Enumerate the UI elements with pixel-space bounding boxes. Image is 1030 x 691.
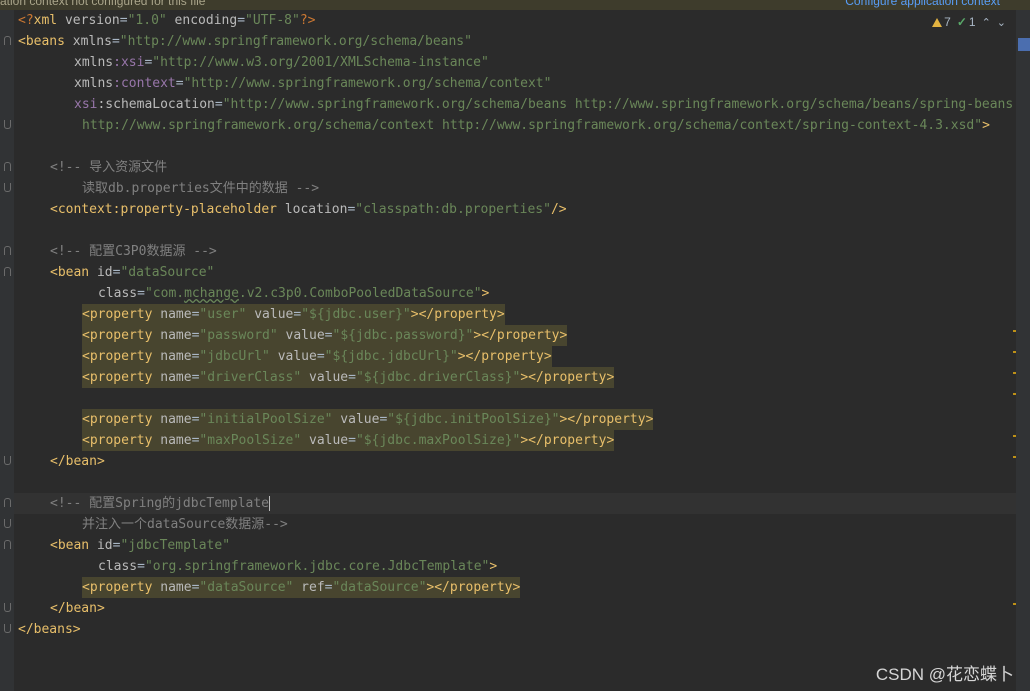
code-line-6: http://www.springframework.org/schema/co… — [82, 118, 990, 133]
fold-bean-end-icon[interactable] — [4, 603, 11, 612]
property-line-datasource: <property name="dataSource" ref="dataSou… — [82, 577, 521, 598]
check-icon: ✓ — [956, 15, 967, 29]
selected-tool-tab[interactable] — [1018, 38, 1030, 51]
property-line-driverclass: <property name="driverClass" value="${jd… — [82, 367, 615, 388]
property-line-maxpoolsize: <property name="maxPoolSize" value="${jd… — [82, 430, 615, 451]
fold-comment-start-icon[interactable] — [4, 246, 11, 255]
property-line-user: <property name="user" value="${jdbc.user… — [82, 304, 505, 325]
fold-comment-end-icon[interactable] — [4, 183, 11, 192]
code-line-26: <bean id="jdbcTemplate" — [50, 538, 231, 553]
fold-comment-start-icon[interactable] — [4, 498, 11, 507]
code-line-25: 并注入一个dataSource数据源--> — [82, 517, 288, 532]
warning-icon — [932, 17, 943, 27]
next-highlight-arrow[interactable]: ⌄ — [997, 16, 1006, 29]
property-line-password: <property name="password" value="${jdbc.… — [82, 325, 568, 346]
editor-gutter — [0, 10, 14, 691]
watermark: CSDN @花恋蝶卜 — [875, 665, 1014, 684]
right-tool-strip[interactable] — [1016, 10, 1030, 691]
fold-beans-header-end-icon[interactable] — [4, 120, 11, 129]
code-line-27: class="org.springframework.jdbc.core.Jdb… — [98, 559, 498, 574]
weak-warnings-counter[interactable]: ✓ 1 — [957, 15, 976, 29]
text-caret — [269, 496, 271, 511]
code-line-29: </bean> — [50, 601, 105, 616]
code-line-8: <!-- 导入资源文件 — [50, 160, 168, 175]
code-line-1: <?xml version="1.0" encoding="UTF-8"?> — [18, 13, 316, 28]
fold-bean-start-icon[interactable] — [4, 267, 11, 276]
property-line-jdbcurl: <property name="jdbcUrl" value="${jdbc.j… — [82, 346, 552, 367]
code-line-13: <bean id="dataSource" — [50, 265, 215, 280]
inspection-widget[interactable]: 7 ✓ 1 ⌃ ⌄ — [932, 15, 1006, 29]
code-line-2: <beans xmlns="http://www.springframework… — [18, 34, 472, 49]
banner-message: ation context not configured for this fi… — [0, 0, 206, 8]
fold-bean-start-icon[interactable] — [4, 540, 11, 549]
code-line-10: <context:property-placeholder location="… — [50, 202, 567, 217]
code-line-14: class="com.mchange.v2.c3p0.ComboPooledDa… — [98, 286, 490, 301]
code-line-30: </beans> — [18, 622, 81, 637]
code-editor[interactable]: <?xml version="1.0" encoding="UTF-8"?> <… — [14, 10, 1016, 691]
code-line-3: xmlns:xsi="http://www.w3.org/2001/XMLSch… — [74, 55, 489, 70]
code-line-5: xsi:schemaLocation="http://www.springfra… — [74, 97, 1016, 112]
code-line-21: </bean> — [50, 454, 105, 469]
fold-beans-start-icon[interactable] — [4, 36, 11, 45]
code-line-12: <!-- 配置C3P0数据源 --> — [50, 244, 217, 259]
fold-comment-end-icon[interactable] — [4, 519, 11, 528]
code-line-9: 读取db.properties文件中的数据 --> — [82, 181, 320, 196]
property-line-initialpoolsize: <property name="initialPoolSize" value="… — [82, 409, 654, 430]
fold-beans-end-icon[interactable] — [4, 624, 11, 633]
fold-comment-start-icon[interactable] — [4, 162, 11, 171]
fold-bean-end-icon[interactable] — [4, 456, 11, 465]
code-line-24: <!-- 配置Spring的jdbcTemplate — [50, 496, 271, 511]
previous-highlight-arrow[interactable]: ⌃ — [982, 16, 991, 29]
warnings-counter[interactable]: 7 — [932, 15, 951, 29]
code-line-4: xmlns:context="http://www.springframewor… — [74, 76, 552, 91]
configure-context-link[interactable]: Configure application context — [845, 0, 1000, 8]
notification-banner: ation context not configured for this fi… — [0, 0, 1030, 10]
